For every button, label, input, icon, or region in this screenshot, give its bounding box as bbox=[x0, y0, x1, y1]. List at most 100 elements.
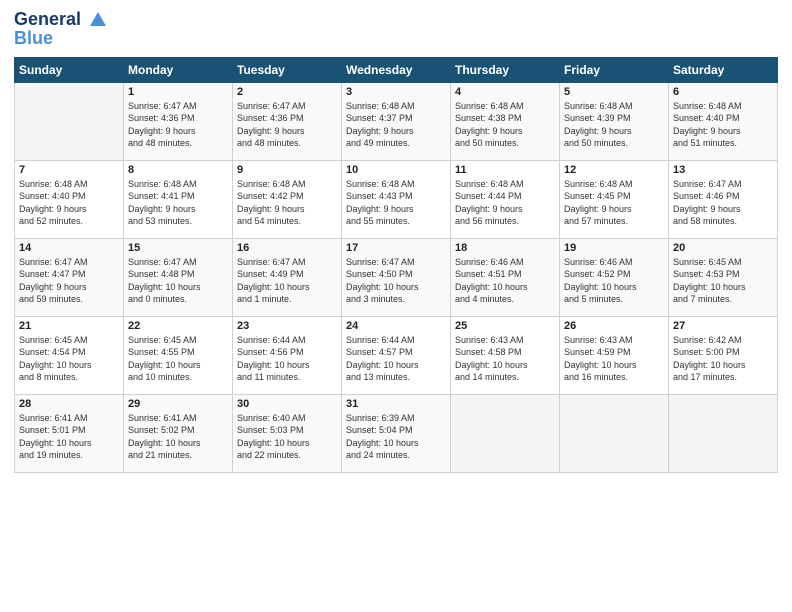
calendar-cell: 3Sunrise: 6:48 AMSunset: 4:37 PMDaylight… bbox=[342, 83, 451, 161]
calendar-cell: 27 Sunrise: 6:42 AMSunset: 5:00 PMDayligh… bbox=[669, 317, 778, 395]
day-info: Sunrise: 6:39 AMSunset: 5:04 PMDaylight:… bbox=[346, 412, 446, 461]
day-info: Sunrise: 6:48 AMSunset: 4:41 PMDaylight:… bbox=[128, 178, 228, 227]
day-number: 26 bbox=[564, 320, 664, 332]
day-number: 8 bbox=[128, 164, 228, 176]
weekday-header: Friday bbox=[560, 58, 669, 83]
calendar-cell: 17 Sunrise: 6:47 AMSunset: 4:50 PMDayligh… bbox=[342, 239, 451, 317]
day-info: Sunrise: 6:41 AMSunset: 5:02 PMDaylight:… bbox=[128, 412, 228, 461]
calendar-cell: 25Sunrise: 6:43 AMSunset: 4:58 PMDayligh… bbox=[451, 317, 560, 395]
calendar-week-row: 14 Sunrise: 6:47 AMSunset: 4:47 PMDayligh… bbox=[15, 239, 778, 317]
day-info: Sunrise: 6:42 AMSunset: 5:00 PMDaylight:… bbox=[673, 334, 773, 383]
day-info: Sunrise: 6:47 AMSunset: 4:36 PMDaylight:… bbox=[128, 100, 228, 149]
day-number: 1 bbox=[128, 86, 228, 98]
day-info: Sunrise: 6:48 AMSunset: 4:45 PMDaylight:… bbox=[564, 178, 664, 227]
calendar-cell: 14 Sunrise: 6:47 AMSunset: 4:47 PMDayligh… bbox=[15, 239, 124, 317]
calendar-cell: 21 Sunrise: 6:45 AMSunset: 4:54 PMDayligh… bbox=[15, 317, 124, 395]
day-info: Sunrise: 6:43 AMSunset: 4:58 PMDaylight:… bbox=[455, 334, 555, 383]
calendar-cell: 30Sunrise: 6:40 AMSunset: 5:03 PMDayligh… bbox=[233, 395, 342, 473]
day-info: Sunrise: 6:48 AMSunset: 4:42 PMDaylight:… bbox=[237, 178, 337, 227]
calendar-cell bbox=[669, 395, 778, 473]
day-number: 21 bbox=[19, 320, 119, 332]
day-info: Sunrise: 6:47 AMSunset: 4:36 PMDaylight:… bbox=[237, 100, 337, 149]
day-info: Sunrise: 6:44 AMSunset: 4:57 PMDaylight:… bbox=[346, 334, 446, 383]
day-info: Sunrise: 6:47 AMSunset: 4:50 PMDaylight:… bbox=[346, 256, 446, 305]
weekday-header: Sunday bbox=[15, 58, 124, 83]
day-number: 5 bbox=[564, 86, 664, 98]
calendar-cell: 29 Sunrise: 6:41 AMSunset: 5:02 PMDayligh… bbox=[124, 395, 233, 473]
calendar-week-row: 7 Sunrise: 6:48 AMSunset: 4:40 PMDaylight… bbox=[15, 161, 778, 239]
day-number: 15 bbox=[128, 242, 228, 254]
weekday-header: Saturday bbox=[669, 58, 778, 83]
weekday-header: Tuesday bbox=[233, 58, 342, 83]
calendar-cell: 19Sunrise: 6:46 AMSunset: 4:52 PMDayligh… bbox=[560, 239, 669, 317]
main-container: General Blue SundayMondayTuesdayWednesda… bbox=[0, 0, 792, 612]
calendar-cell: 2 Sunrise: 6:47 AMSunset: 4:36 PMDaylight… bbox=[233, 83, 342, 161]
logo-text: General bbox=[14, 10, 108, 30]
calendar-cell: 15 Sunrise: 6:47 AMSunset: 4:48 PMDayligh… bbox=[124, 239, 233, 317]
calendar-cell: 24 Sunrise: 6:44 AMSunset: 4:57 PMDayligh… bbox=[342, 317, 451, 395]
day-number: 6 bbox=[673, 86, 773, 98]
day-info: Sunrise: 6:44 AMSunset: 4:56 PMDaylight:… bbox=[237, 334, 337, 383]
day-number: 18 bbox=[455, 242, 555, 254]
day-info: Sunrise: 6:48 AMSunset: 4:39 PMDaylight:… bbox=[564, 100, 664, 149]
day-number: 9 bbox=[237, 164, 337, 176]
day-info: Sunrise: 6:46 AMSunset: 4:52 PMDaylight:… bbox=[564, 256, 664, 305]
day-number: 11 bbox=[455, 164, 555, 176]
day-info: Sunrise: 6:47 AMSunset: 4:48 PMDaylight:… bbox=[128, 256, 228, 305]
calendar-week-row: 28 Sunrise: 6:41 AMSunset: 5:01 PMDayligh… bbox=[15, 395, 778, 473]
day-number: 31 bbox=[346, 398, 446, 410]
weekday-header: Monday bbox=[124, 58, 233, 83]
day-number: 24 bbox=[346, 320, 446, 332]
day-info: Sunrise: 6:47 AMSunset: 4:49 PMDaylight:… bbox=[237, 256, 337, 305]
day-number: 7 bbox=[19, 164, 119, 176]
day-info: Sunrise: 6:45 AMSunset: 4:55 PMDaylight:… bbox=[128, 334, 228, 383]
calendar-cell: 16 Sunrise: 6:47 AMSunset: 4:49 PMDayligh… bbox=[233, 239, 342, 317]
day-info: Sunrise: 6:48 AMSunset: 4:38 PMDaylight:… bbox=[455, 100, 555, 149]
calendar-cell: 11 Sunrise: 6:48 AMSunset: 4:44 PMDayligh… bbox=[451, 161, 560, 239]
calendar-cell bbox=[451, 395, 560, 473]
calendar-cell: 20 Sunrise: 6:45 AMSunset: 4:53 PMDayligh… bbox=[669, 239, 778, 317]
day-number: 16 bbox=[237, 242, 337, 254]
day-info: Sunrise: 6:47 AMSunset: 4:46 PMDaylight:… bbox=[673, 178, 773, 227]
day-info: Sunrise: 6:46 AMSunset: 4:51 PMDaylight:… bbox=[455, 256, 555, 305]
day-info: Sunrise: 6:45 AMSunset: 4:54 PMDaylight:… bbox=[19, 334, 119, 383]
day-info: Sunrise: 6:45 AMSunset: 4:53 PMDaylight:… bbox=[673, 256, 773, 305]
day-number: 17 bbox=[346, 242, 446, 254]
calendar-week-row: 21 Sunrise: 6:45 AMSunset: 4:54 PMDayligh… bbox=[15, 317, 778, 395]
day-info: Sunrise: 6:48 AMSunset: 4:37 PMDaylight:… bbox=[346, 100, 446, 149]
day-number: 14 bbox=[19, 242, 119, 254]
day-number: 2 bbox=[237, 86, 337, 98]
header-row: SundayMondayTuesdayWednesdayThursdayFrid… bbox=[15, 58, 778, 83]
calendar-cell: 28 Sunrise: 6:41 AMSunset: 5:01 PMDayligh… bbox=[15, 395, 124, 473]
calendar-cell: 22 Sunrise: 6:45 AMSunset: 4:55 PMDayligh… bbox=[124, 317, 233, 395]
day-info: Sunrise: 6:47 AMSunset: 4:47 PMDaylight:… bbox=[19, 256, 119, 305]
day-info: Sunrise: 6:48 AMSunset: 4:40 PMDaylight:… bbox=[19, 178, 119, 227]
day-number: 28 bbox=[19, 398, 119, 410]
calendar-cell: 1 Sunrise: 6:47 AMSunset: 4:36 PMDaylight… bbox=[124, 83, 233, 161]
weekday-header: Thursday bbox=[451, 58, 560, 83]
day-number: 23 bbox=[237, 320, 337, 332]
calendar-cell bbox=[15, 83, 124, 161]
day-number: 27 bbox=[673, 320, 773, 332]
day-number: 20 bbox=[673, 242, 773, 254]
logo-icon bbox=[88, 10, 108, 30]
calendar-cell: 26 Sunrise: 6:43 AMSunset: 4:59 PMDayligh… bbox=[560, 317, 669, 395]
calendar-cell: 31 Sunrise: 6:39 AMSunset: 5:04 PMDayligh… bbox=[342, 395, 451, 473]
day-info: Sunrise: 6:48 AMSunset: 4:44 PMDaylight:… bbox=[455, 178, 555, 227]
calendar-cell bbox=[560, 395, 669, 473]
calendar-table: SundayMondayTuesdayWednesdayThursdayFrid… bbox=[14, 57, 778, 473]
calendar-cell: 23 Sunrise: 6:44 AMSunset: 4:56 PMDayligh… bbox=[233, 317, 342, 395]
day-info: Sunrise: 6:43 AMSunset: 4:59 PMDaylight:… bbox=[564, 334, 664, 383]
calendar-cell: 8 Sunrise: 6:48 AMSunset: 4:41 PMDaylight… bbox=[124, 161, 233, 239]
day-info: Sunrise: 6:41 AMSunset: 5:01 PMDaylight:… bbox=[19, 412, 119, 461]
calendar-cell: 5 Sunrise: 6:48 AMSunset: 4:39 PMDaylight… bbox=[560, 83, 669, 161]
day-number: 22 bbox=[128, 320, 228, 332]
day-number: 13 bbox=[673, 164, 773, 176]
day-number: 29 bbox=[128, 398, 228, 410]
logo-blue: Blue bbox=[14, 28, 108, 49]
calendar-cell: 10Sunrise: 6:48 AMSunset: 4:43 PMDayligh… bbox=[342, 161, 451, 239]
calendar-cell: 18 Sunrise: 6:46 AMSunset: 4:51 PMDayligh… bbox=[451, 239, 560, 317]
header: General Blue bbox=[14, 10, 778, 49]
day-info: Sunrise: 6:48 AMSunset: 4:43 PMDaylight:… bbox=[346, 178, 446, 227]
calendar-cell: 13 Sunrise: 6:47 AMSunset: 4:46 PMDayligh… bbox=[669, 161, 778, 239]
